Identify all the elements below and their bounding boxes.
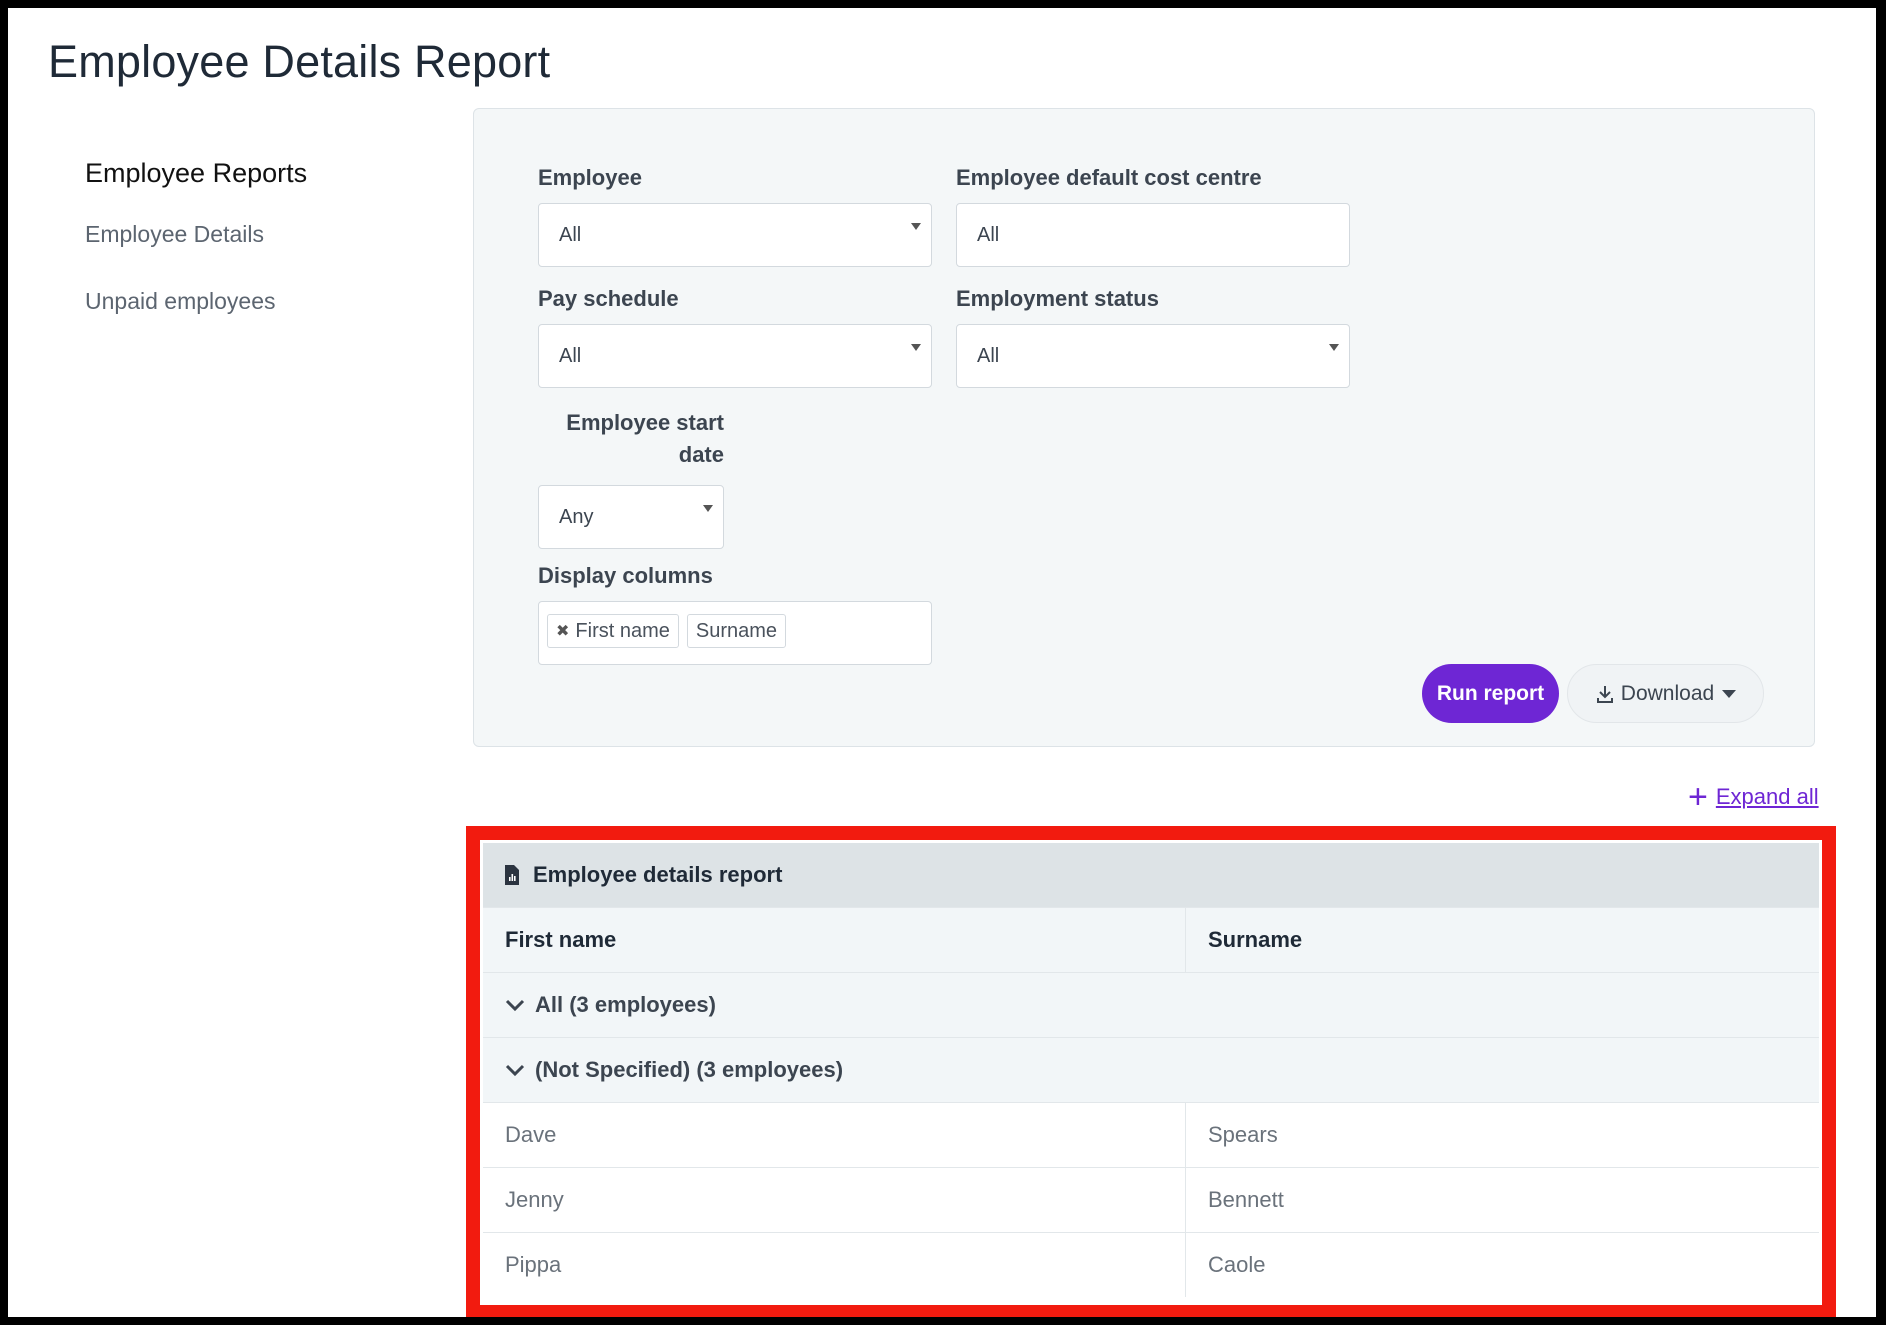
- cost-centre-input[interactable]: All: [956, 203, 1350, 267]
- pay-schedule-select[interactable]: All: [538, 324, 932, 388]
- chevron-down-icon: [911, 344, 921, 351]
- sidebar-item-unpaid-employees[interactable]: Unpaid employees: [85, 288, 405, 315]
- cost-centre-value: All: [977, 224, 1000, 246]
- expand-all-link[interactable]: + Expand all: [1688, 778, 1819, 816]
- caret-down-icon: [1722, 690, 1737, 699]
- sidebar-heading: Employee Reports: [85, 158, 308, 188]
- run-report-button[interactable]: Run report: [1422, 664, 1559, 723]
- employment-status-field: Employment status All: [956, 286, 1350, 388]
- pay-schedule-field: Pay schedule All: [538, 286, 932, 388]
- table-header-row: First name Surname: [483, 907, 1819, 972]
- column-tag-label: Surname: [695, 619, 778, 642]
- group-toggle[interactable]: (Not Specified) (3 employees): [483, 1057, 843, 1083]
- sidebar: Employee Reports Employee Details Unpaid…: [85, 158, 405, 355]
- start-date-value: Any: [559, 506, 594, 528]
- employment-status-label: Employment status: [956, 286, 1159, 311]
- cost-centre-label: Employee default cost centre: [956, 165, 1262, 190]
- chevron-down-icon: [505, 999, 525, 1012]
- group-toggle[interactable]: All (3 employees): [483, 992, 716, 1018]
- group-row[interactable]: (Not Specified) (3 employees): [483, 1037, 1819, 1102]
- report-title: Employee details report: [533, 862, 783, 887]
- group-row[interactable]: All (3 employees): [483, 972, 1819, 1037]
- display-columns-multiselect[interactable]: ✖ First name Surname: [538, 601, 932, 665]
- plus-icon: +: [1688, 778, 1708, 816]
- column-tag-label: First name: [575, 619, 670, 642]
- cell-first-name: Jenny: [483, 1168, 1186, 1232]
- app-window: Employee Details Report Employee Reports…: [8, 8, 1876, 1317]
- report-table: Employee details report First name Surna…: [483, 843, 1819, 1297]
- table-row: Pippa Caole: [483, 1232, 1819, 1297]
- display-columns-field: Display columns ✖ First name Surname: [538, 563, 932, 665]
- chevron-down-icon: [1329, 344, 1339, 351]
- remove-tag-icon[interactable]: ✖: [556, 621, 569, 641]
- start-date-label-line1: Employee start: [566, 410, 724, 435]
- cell-surname: Spears: [1208, 1122, 1278, 1147]
- expand-all-label: Expand all: [1715, 784, 1819, 809]
- column-header-first-name[interactable]: First name: [483, 908, 1186, 972]
- download-button[interactable]: Download: [1567, 664, 1764, 723]
- table-row: Dave Spears: [483, 1102, 1819, 1167]
- group-label: All (3 employees): [535, 992, 716, 1017]
- start-date-select[interactable]: Any: [538, 485, 724, 549]
- column-header-surname[interactable]: Surname: [1186, 908, 1819, 972]
- chevron-down-icon: [703, 505, 713, 512]
- cell-first-name: Dave: [483, 1103, 1186, 1167]
- chevron-down-icon: [911, 223, 921, 230]
- column-tag-first-name: ✖ First name: [547, 614, 679, 648]
- start-date-field: Employee start date Any: [538, 407, 724, 549]
- start-date-label: Employee start date: [538, 407, 724, 471]
- cell-surname: Bennett: [1208, 1187, 1284, 1212]
- table-row: Jenny Bennett: [483, 1167, 1819, 1232]
- employee-select-value: All: [559, 224, 582, 246]
- cost-centre-field: Employee default cost centre All: [956, 165, 1350, 267]
- chevron-down-icon: [505, 1064, 525, 1077]
- report-header: Employee details report: [483, 843, 1819, 907]
- column-tag-surname: Surname: [686, 614, 787, 648]
- pay-schedule-label: Pay schedule: [538, 286, 679, 311]
- start-date-label-line2: date: [678, 442, 724, 467]
- download-icon: [1596, 686, 1613, 704]
- employee-select[interactable]: All: [538, 203, 932, 267]
- cell-surname: Caole: [1208, 1252, 1266, 1277]
- page-title: Employee Details Report: [48, 36, 551, 87]
- cell-first-name: Pippa: [483, 1233, 1186, 1297]
- download-label: Download: [1620, 682, 1715, 705]
- employee-label: Employee: [538, 165, 642, 190]
- employment-status-value: All: [977, 345, 1000, 367]
- display-columns-label: Display columns: [538, 563, 713, 588]
- filter-panel: Employee All Employee default cost centr…: [473, 108, 1815, 747]
- report-document-icon: [505, 865, 519, 885]
- pay-schedule-value: All: [559, 345, 582, 367]
- employment-status-select[interactable]: All: [956, 324, 1350, 388]
- sidebar-item-employee-details[interactable]: Employee Details: [85, 221, 405, 248]
- group-label: (Not Specified) (3 employees): [535, 1057, 844, 1082]
- employee-field: Employee All: [538, 165, 932, 267]
